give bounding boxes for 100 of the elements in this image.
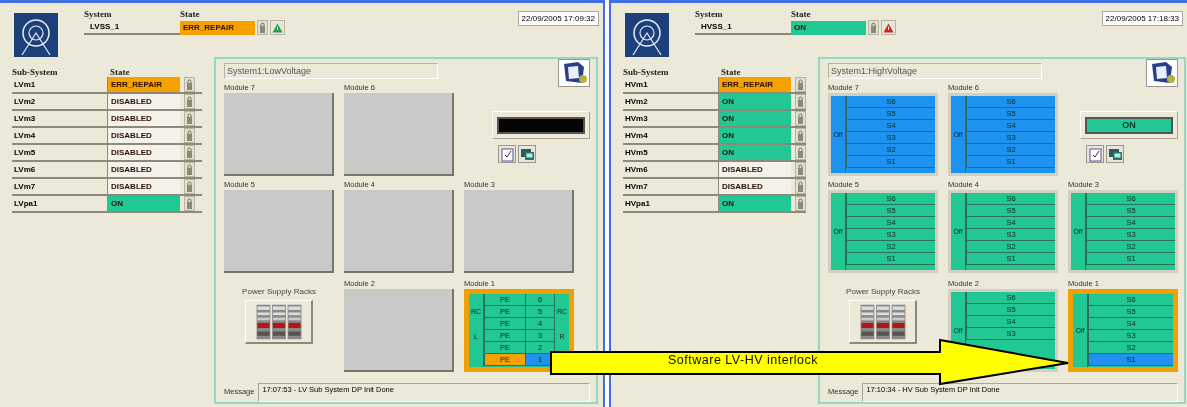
- lock-icon: [186, 147, 193, 158]
- panel-title: System1:LowVoltage: [224, 63, 438, 79]
- state-field: ON: [719, 196, 791, 211]
- monitor-button[interactable]: [518, 145, 536, 163]
- lock-icon: [186, 181, 193, 192]
- status-display: ON: [1085, 116, 1173, 134]
- subsystem-name: LVm5: [12, 145, 108, 160]
- state-field: ON: [719, 94, 791, 109]
- lock-icon: [797, 198, 804, 209]
- state-field: DISABLED: [108, 179, 180, 194]
- lock-icon: [186, 130, 193, 141]
- lock-icon: [870, 22, 877, 33]
- system-value: HVSS_1: [701, 22, 733, 31]
- date-time: 22/09/2005 17:09:32: [517, 11, 599, 26]
- subsystem-name: HVm3: [623, 111, 719, 126]
- lock-button[interactable]: [795, 162, 806, 177]
- lock-button[interactable]: [184, 196, 195, 211]
- lock-button[interactable]: [795, 111, 806, 126]
- lock-button[interactable]: [795, 179, 806, 194]
- state-field: DISABLED: [108, 111, 180, 126]
- subsystem-name: HVm6: [623, 162, 719, 177]
- lock-button[interactable]: [184, 162, 195, 177]
- lock-button[interactable]: [184, 94, 195, 109]
- lock-icon: [797, 79, 804, 90]
- logo-icon: [625, 13, 669, 57]
- date-time: 22/09/2005 17:18:33: [1101, 11, 1183, 26]
- lock-button[interactable]: [184, 179, 195, 194]
- racks-button[interactable]: [849, 300, 917, 344]
- lock-icon: [186, 198, 193, 209]
- panel-title: System1:HighVoltage: [828, 63, 1042, 79]
- document-button[interactable]: [558, 59, 590, 87]
- state-field: DISABLED: [108, 128, 180, 143]
- lock-icon: [797, 164, 804, 175]
- lock-icon: [797, 113, 804, 124]
- subsystem-name: HVm1: [623, 77, 719, 92]
- subsystem-name: LVm4: [12, 128, 108, 143]
- column-header: Sub-System: [623, 67, 670, 77]
- notepad-icon: [499, 146, 515, 162]
- lock-button[interactable]: [184, 111, 195, 126]
- state-field: DISABLED: [719, 179, 791, 194]
- system-value: LVSS_1: [90, 22, 121, 31]
- subsystem-name: LVm1: [12, 77, 108, 92]
- alarm-button[interactable]: [881, 20, 896, 35]
- lock-button[interactable]: [795, 94, 806, 109]
- racks-label: Power Supply Racks: [846, 287, 920, 296]
- subsystem-name: HVm5: [623, 145, 719, 160]
- field-label: System: [84, 9, 113, 19]
- column-header: State: [110, 67, 130, 77]
- subsystem-name: HVm2: [623, 94, 719, 109]
- column-header: State: [721, 67, 741, 77]
- racks-label: Power Supply Racks: [242, 287, 316, 296]
- logo-icon: [14, 13, 58, 57]
- lock-button[interactable]: [184, 145, 195, 160]
- subsystem-name: LVm2: [12, 94, 108, 109]
- state-field: DISABLED: [719, 162, 791, 177]
- state-field: ON: [719, 128, 791, 143]
- field-label: State: [791, 9, 812, 19]
- alarm-button[interactable]: [270, 20, 285, 35]
- warning-icon: [883, 22, 894, 33]
- state-field: DISABLED: [108, 145, 180, 160]
- notes-button[interactable]: [1086, 145, 1104, 163]
- subsystem-name: HVpa1: [623, 196, 719, 211]
- racks-button[interactable]: [245, 300, 313, 344]
- field-label: State: [180, 9, 201, 19]
- monitor-icon: [1107, 146, 1123, 162]
- state-field: ON: [719, 111, 791, 126]
- lock-icon: [797, 130, 804, 141]
- document-button[interactable]: [1146, 59, 1178, 87]
- monitor-button[interactable]: [1106, 145, 1124, 163]
- state-field: ON: [108, 196, 180, 211]
- lock-icon: [797, 181, 804, 192]
- state-field: DISABLED: [108, 162, 180, 177]
- subsystem-name: LVm6: [12, 162, 108, 177]
- subsystem-name: LVm3: [12, 111, 108, 126]
- warning-icon: [272, 22, 283, 33]
- subsystem-name: LVm7: [12, 179, 108, 194]
- subsystem-name: HVm4: [623, 128, 719, 143]
- lock-button[interactable]: [795, 77, 806, 92]
- lock-icon: [186, 96, 193, 107]
- lock-icon: [259, 22, 266, 33]
- lock-button[interactable]: [795, 196, 806, 211]
- notepad-icon: [1087, 146, 1103, 162]
- state-field: ERR_REPAIR: [108, 77, 180, 92]
- lock-button[interactable]: [868, 20, 879, 35]
- lock-button[interactable]: [184, 77, 195, 92]
- lock-icon: [797, 147, 804, 158]
- lock-icon: [797, 96, 804, 107]
- lock-icon: [186, 79, 193, 90]
- field-label: System: [695, 9, 724, 19]
- lock-button[interactable]: [184, 128, 195, 143]
- notes-button[interactable]: [498, 145, 516, 163]
- state-field: ERR_REPAIR: [180, 20, 255, 35]
- state-field: ON: [719, 145, 791, 160]
- lock-button[interactable]: [257, 20, 268, 35]
- column-header: Sub-System: [12, 67, 59, 77]
- lock-icon: [186, 113, 193, 124]
- lock-button[interactable]: [795, 128, 806, 143]
- state-field: DISABLED: [108, 94, 180, 109]
- state-field: ON: [791, 20, 866, 35]
- lock-button[interactable]: [795, 145, 806, 160]
